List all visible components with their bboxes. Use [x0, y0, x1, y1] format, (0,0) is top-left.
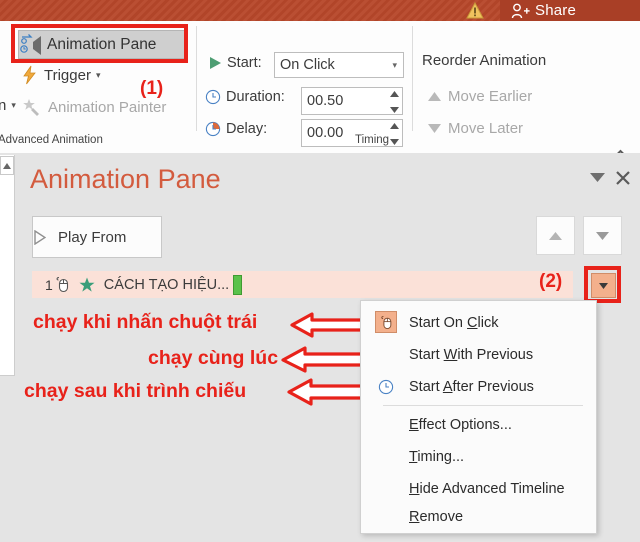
play-from-label: Play From — [58, 228, 127, 246]
animation-item-number: 1 — [45, 276, 53, 293]
title-bar: Share — [0, 0, 640, 21]
move-later-button[interactable]: Move Later — [428, 120, 523, 137]
callout-marker-1: (1) — [140, 78, 164, 99]
triangle-up-icon — [549, 231, 562, 240]
animation-gallery-dropdown[interactable]: n ▾ — [0, 97, 16, 114]
star-brush-icon — [23, 99, 39, 116]
play-from-button[interactable]: Play From — [32, 216, 162, 258]
chevron-down-icon: ▾ — [95, 69, 101, 80]
triangle-down-icon — [596, 231, 609, 240]
start-field-row: Start: — [208, 55, 262, 71]
menu-item-label: Timing... — [409, 448, 465, 465]
caret-down-icon[interactable] — [590, 173, 605, 182]
spinner-down-icon — [389, 139, 399, 145]
chevron-down-icon: ▾ — [392, 59, 397, 70]
spinner-up-icon — [389, 91, 399, 97]
menu-item-start-with-previous[interactable]: Start With Previous — [361, 339, 596, 370]
animation-pane-title: Animation Pane — [30, 164, 221, 194]
mouse-click-icon — [56, 276, 68, 293]
menu-item-effect-options[interactable]: Effect Options... — [361, 409, 596, 440]
chevron-down-icon: ▾ — [11, 100, 16, 110]
annotation-note-2: chạy cùng lúc — [148, 347, 279, 369]
triangle-up-icon — [3, 162, 11, 169]
warning-triangle-icon[interactable] — [466, 2, 484, 19]
start-label: Start: — [227, 55, 262, 71]
triangle-up-icon — [428, 92, 441, 101]
duration-input[interactable]: 00.50 — [301, 87, 403, 115]
group-divider — [196, 26, 197, 131]
spinner-down-icon — [389, 107, 399, 113]
animation-painter-button[interactable]: Animation Painter — [22, 97, 166, 117]
duration-value: 00.50 — [307, 93, 344, 109]
timeline-bar[interactable] — [233, 274, 243, 295]
menu-item-label: Hide Advanced Timeline — [409, 480, 565, 497]
animation-painter-label: Animation Painter — [48, 98, 167, 116]
duration-spinner[interactable] — [389, 91, 399, 113]
close-x-icon[interactable] — [615, 170, 631, 186]
mouse-click-icon — [375, 311, 397, 333]
callout-marker-2: (2) — [539, 271, 563, 292]
animation-list-item[interactable]: 1 CÁCH TẠO HIỆU... — [32, 271, 573, 298]
move-up-button[interactable] — [536, 216, 575, 255]
animation-item-label: CÁCH TẠO HIỆU... — [103, 276, 230, 293]
move-later-label: Move Later — [448, 120, 524, 137]
menu-item-hide-advanced-timeline[interactable]: Hide Advanced Timeline — [361, 473, 596, 504]
menu-item-timing[interactable]: Timing... — [361, 441, 596, 472]
animation-gallery-label: n — [0, 97, 7, 114]
scroll-up-button[interactable] — [0, 156, 14, 175]
menu-item-start-after-previous[interactable]: Start After Previous — [361, 371, 596, 402]
share-label: Share — [535, 2, 577, 19]
duration-label: Duration: — [226, 89, 285, 105]
clock-delay-icon — [205, 121, 221, 137]
callout-box-1 — [11, 24, 188, 63]
person-add-icon — [511, 3, 530, 18]
clock-icon — [375, 376, 397, 398]
menu-item-label: Effect Options... — [409, 416, 512, 433]
share-button[interactable]: Share — [500, 0, 640, 21]
animation-context-menu: Start On Click Start With Previous Start… — [360, 300, 597, 534]
play-triangle-icon — [210, 57, 221, 69]
reorder-animation-title: Reorder Animation — [422, 52, 547, 69]
menu-item-label: Start On Click — [409, 314, 499, 331]
ribbon: Animation Pane Trigger ▾ n ▾ Animation P… — [0, 21, 640, 159]
delay-spinner[interactable] — [389, 123, 399, 145]
trigger-button[interactable]: Trigger ▾ — [22, 65, 101, 85]
annotation-note-1: chạy khi nhấn chuột trái — [33, 311, 258, 333]
delay-field-row: Delay: — [205, 121, 267, 137]
triangle-down-icon — [428, 124, 441, 133]
play-outline-icon — [34, 229, 46, 245]
trigger-label: Trigger — [44, 66, 91, 84]
menu-item-remove[interactable]: Remove — [361, 501, 596, 532]
timing-group-label: Timing — [355, 134, 390, 146]
callout-box-2 — [584, 266, 621, 303]
annotation-note-3: chạy sau khi trình chiếu — [24, 380, 247, 402]
menu-item-label: Start With Previous — [409, 346, 534, 363]
delay-label: Delay: — [226, 121, 268, 137]
menu-item-start-on-click[interactable]: Start On Click — [361, 307, 596, 338]
menu-item-label: Remove — [409, 508, 464, 525]
start-select[interactable]: On Click ▾ — [274, 52, 404, 78]
group-divider — [412, 26, 413, 131]
move-earlier-label: Move Earlier — [448, 88, 533, 105]
menu-item-label: Start After Previous — [409, 378, 534, 395]
slide-edge-panel — [0, 155, 15, 376]
delay-value: 00.00 — [307, 125, 344, 141]
spinner-up-icon — [389, 123, 399, 129]
duration-field-row: Duration: — [205, 89, 285, 105]
move-earlier-button[interactable]: Move Earlier — [428, 88, 532, 105]
green-star-icon — [79, 277, 95, 292]
start-value: On Click — [280, 57, 335, 73]
menu-divider — [383, 405, 583, 406]
clock-icon — [205, 89, 221, 105]
lightning-bolt-icon — [23, 65, 36, 85]
advanced-animation-group-label: Advanced Animation — [0, 134, 103, 146]
move-down-button[interactable] — [583, 216, 622, 255]
